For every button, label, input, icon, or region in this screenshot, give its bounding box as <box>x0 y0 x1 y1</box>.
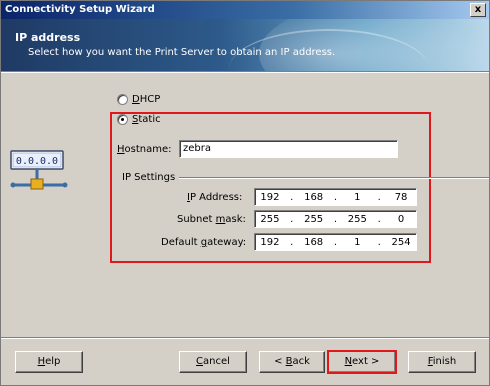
page-title: IP address <box>15 31 81 44</box>
hostname-label: Hostname: <box>117 144 172 155</box>
ip-octet-4[interactable]: 78 <box>386 192 416 203</box>
wizard-window: Connectivity Setup Wizard x IP address S… <box>0 0 490 386</box>
dhcp-option[interactable]: DHCP <box>117 94 160 105</box>
window-title: Connectivity Setup Wizard <box>5 4 155 15</box>
footer-separator <box>1 337 489 339</box>
ip-settings-group-label: IP Settings <box>122 172 176 183</box>
network-ip-icon: 0.0.0.0 <box>10 150 68 190</box>
page-subtitle: Select how you want the Print Server to … <box>28 47 336 58</box>
gateway-octet-4[interactable]: 254 <box>386 237 416 248</box>
ip-address-label: IP Address: <box>187 192 243 203</box>
subnet-mask-input[interactable]: 255. 255. 255. 0 <box>254 210 417 228</box>
header-separator <box>1 71 489 73</box>
cancel-button[interactable]: Cancel <box>179 351 247 373</box>
title-bar: Connectivity Setup Wizard x <box>1 1 489 19</box>
ip-octet-2[interactable]: 168 <box>299 192 329 203</box>
next-button[interactable]: Next > <box>327 350 397 374</box>
back-button[interactable]: < Back <box>259 351 325 373</box>
hostname-input[interactable]: zebra <box>179 140 398 158</box>
close-button[interactable]: x <box>470 3 486 17</box>
header-banner: IP address Select how you want the Print… <box>1 19 489 71</box>
gateway-octet-1[interactable]: 192 <box>255 237 285 248</box>
close-icon: x <box>474 4 482 15</box>
ip-settings-divider <box>179 177 489 179</box>
subnet-octet-3[interactable]: 255 <box>342 214 372 225</box>
subnet-octet-2[interactable]: 255 <box>299 214 329 225</box>
finish-button[interactable]: Finish <box>408 351 476 373</box>
ip-octet-3[interactable]: 1 <box>342 192 372 203</box>
help-button[interactable]: Help <box>15 351 83 373</box>
subnet-octet-1[interactable]: 255 <box>255 214 285 225</box>
dhcp-radio[interactable] <box>117 94 128 105</box>
dhcp-label: DHCP <box>132 94 161 105</box>
gateway-octet-3[interactable]: 1 <box>342 237 372 248</box>
default-gateway-label: Default gateway: <box>161 237 247 248</box>
subnet-mask-label: Subnet mask: <box>177 214 246 225</box>
gateway-octet-2[interactable]: 168 <box>299 237 329 248</box>
ip-octet-1[interactable]: 192 <box>255 192 285 203</box>
subnet-octet-4[interactable]: 0 <box>386 214 416 225</box>
default-gateway-input[interactable]: 192. 168. 1. 254 <box>254 233 417 251</box>
icon-digits: 0.0.0.0 <box>16 156 58 167</box>
ip-address-input[interactable]: 192. 168. 1. 78 <box>254 188 417 206</box>
